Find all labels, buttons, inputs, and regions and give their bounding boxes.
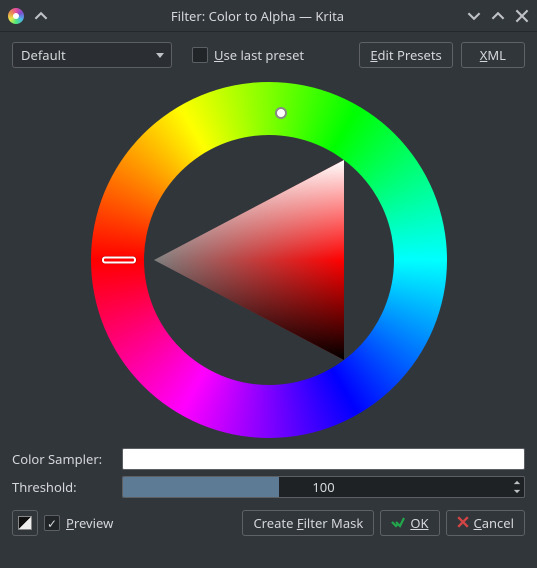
ok-check-icon [391, 514, 405, 532]
threshold-label: Threshold: [12, 478, 112, 496]
ok-button[interactable]: OK [380, 510, 439, 536]
dialog-buttons: Preview Create Filter Mask OK Cancel [0, 504, 537, 548]
close-icon[interactable] [515, 9, 529, 23]
preview-checkbox[interactable] [44, 515, 60, 531]
preset-combo[interactable]: Default [12, 42, 172, 68]
create-filter-mask-label: Create Filter Mask [253, 514, 363, 532]
shade-up-icon[interactable] [34, 9, 48, 23]
threshold-value: 100 [312, 478, 334, 496]
color-sampler-row: Color Sampler: [12, 448, 525, 470]
fields-area: Color Sampler: Threshold: 100 [0, 442, 537, 498]
app-icon [8, 8, 24, 24]
preset-toolbar: Default Use last preset Edit Presets XML [0, 32, 537, 74]
cancel-button[interactable]: Cancel [446, 510, 525, 536]
create-filter-mask-button[interactable]: Create Filter Mask [242, 510, 374, 536]
cancel-x-icon [457, 514, 469, 532]
use-last-preset-checkbox[interactable] [192, 47, 208, 63]
maximize-icon[interactable] [491, 9, 505, 23]
sv-marker[interactable] [275, 107, 287, 119]
minimize-icon[interactable] [467, 9, 481, 23]
hue-ring-marker[interactable] [102, 257, 136, 264]
threshold-row: Threshold: 100 [12, 476, 525, 498]
edit-presets-button[interactable]: Edit Presets [359, 42, 452, 68]
chevron-down-icon [155, 46, 165, 64]
threshold-step-down[interactable] [511, 487, 523, 496]
xml-button[interactable]: XML [461, 42, 525, 68]
window-title: Filter: Color to Alpha — Krita [48, 7, 467, 25]
sv-triangle[interactable] [144, 135, 394, 385]
swatch-icon [18, 516, 32, 530]
use-last-preset-label: Use last preset [214, 46, 304, 64]
titlebar: Filter: Color to Alpha — Krita [0, 0, 537, 32]
preset-combo-value: Default [21, 46, 66, 64]
color-sampler-label: Color Sampler: [12, 450, 112, 468]
preview-swatch-button[interactable] [12, 510, 38, 536]
color-picker-area [0, 74, 537, 442]
use-last-preset-option[interactable]: Use last preset [192, 46, 304, 64]
threshold-spinbox[interactable]: 100 [122, 476, 525, 498]
preview-label: Preview [66, 514, 113, 532]
ok-label: OK [410, 514, 428, 532]
threshold-step-up[interactable] [511, 478, 523, 487]
xml-label: XML [480, 46, 506, 64]
edit-presets-label: Edit Presets [370, 46, 441, 64]
color-wheel[interactable] [91, 82, 447, 438]
cancel-label: Cancel [474, 514, 514, 532]
color-sampler-input[interactable] [122, 448, 525, 470]
